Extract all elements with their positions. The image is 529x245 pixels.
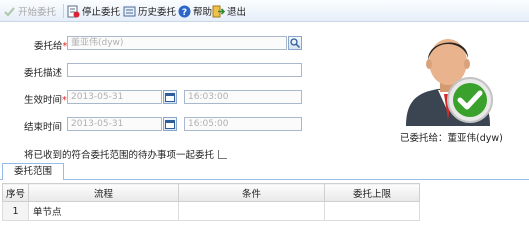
column-header-limit[interactable]: 委托上限 bbox=[324, 183, 420, 202]
history-icon bbox=[123, 5, 136, 18]
user-picker-button[interactable] bbox=[288, 36, 302, 50]
end-date-input[interactable]: 2013-05-31 bbox=[67, 117, 162, 131]
stop-delegation-label: 停止委托 bbox=[82, 7, 121, 18]
check-badge-icon bbox=[446, 76, 494, 124]
start-time-label: 生效时间* bbox=[24, 95, 67, 106]
stop-delegation-button[interactable]: 停止委托 bbox=[67, 3, 120, 19]
cell-index: 1 bbox=[2, 201, 29, 221]
history-delegation-button[interactable]: 历史委托 bbox=[123, 3, 176, 19]
help-button[interactable]: ? 帮助 bbox=[178, 3, 212, 19]
check-icon bbox=[3, 5, 16, 18]
exit-icon bbox=[212, 5, 226, 18]
grid-header-row: 序号 流程 条件 委托上限 bbox=[2, 183, 420, 202]
start-date-input[interactable]: 2013-05-31 bbox=[67, 90, 162, 104]
include-pending-row: 将已收到的符合委托范围的待办事项一起委托 bbox=[24, 147, 228, 161]
scope-tabstrip: 委托范围 bbox=[0, 161, 529, 180]
start-delegation-button[interactable]: 开始委托 bbox=[3, 3, 56, 19]
column-header-process[interactable]: 流程 bbox=[28, 183, 179, 202]
end-clock-input[interactable]: 16:05:00 bbox=[184, 117, 302, 131]
exit-label: 退出 bbox=[227, 7, 247, 18]
include-pending-label: 将已收到的符合委托范围的待办事项一起委托 bbox=[24, 150, 215, 161]
calendar-icon bbox=[165, 120, 175, 129]
help-label: 帮助 bbox=[193, 7, 213, 18]
search-user-icon bbox=[290, 38, 301, 49]
table-row[interactable]: 1 单节点 bbox=[2, 201, 420, 221]
stop-doc-icon bbox=[67, 5, 80, 18]
column-header-index[interactable]: 序号 bbox=[2, 183, 29, 202]
include-pending-checkbox[interactable] bbox=[218, 149, 228, 159]
exit-button[interactable]: 退出 bbox=[212, 3, 246, 19]
description-label: 委托描述 bbox=[24, 68, 63, 79]
cell-limit[interactable] bbox=[324, 201, 420, 221]
scope-grid: 序号 流程 条件 委托上限 1 单节点 bbox=[2, 183, 420, 221]
cell-process: 单节点 bbox=[28, 201, 179, 221]
end-date-picker-button[interactable] bbox=[163, 117, 177, 131]
start-delegation-label: 开始委托 bbox=[18, 7, 57, 18]
tab-scope[interactable]: 委托范围 bbox=[2, 163, 64, 180]
delegate-to-input[interactable]: 董亚伟(dyw) bbox=[67, 36, 287, 50]
help-icon: ? bbox=[178, 5, 191, 18]
toolbar-separator bbox=[63, 4, 64, 18]
history-delegation-label: 历史委托 bbox=[138, 7, 177, 18]
column-header-condition[interactable]: 条件 bbox=[178, 183, 325, 202]
start-clock-input[interactable]: 16:03:00 bbox=[184, 90, 302, 104]
toolbar: 开始委托 停止委托 历史委托 ? 帮助 退出 bbox=[0, 0, 529, 22]
end-time-label: 结束时间 bbox=[24, 122, 63, 133]
cell-condition[interactable] bbox=[178, 201, 325, 221]
delegated-to-caption: 已委托给：董亚伟(dyw) bbox=[400, 133, 503, 144]
start-date-picker-button[interactable] bbox=[163, 90, 177, 104]
calendar-icon bbox=[165, 93, 175, 102]
svg-text:?: ? bbox=[182, 8, 187, 18]
description-input[interactable] bbox=[67, 63, 302, 77]
delegate-to-label: 委托给* bbox=[34, 41, 68, 52]
